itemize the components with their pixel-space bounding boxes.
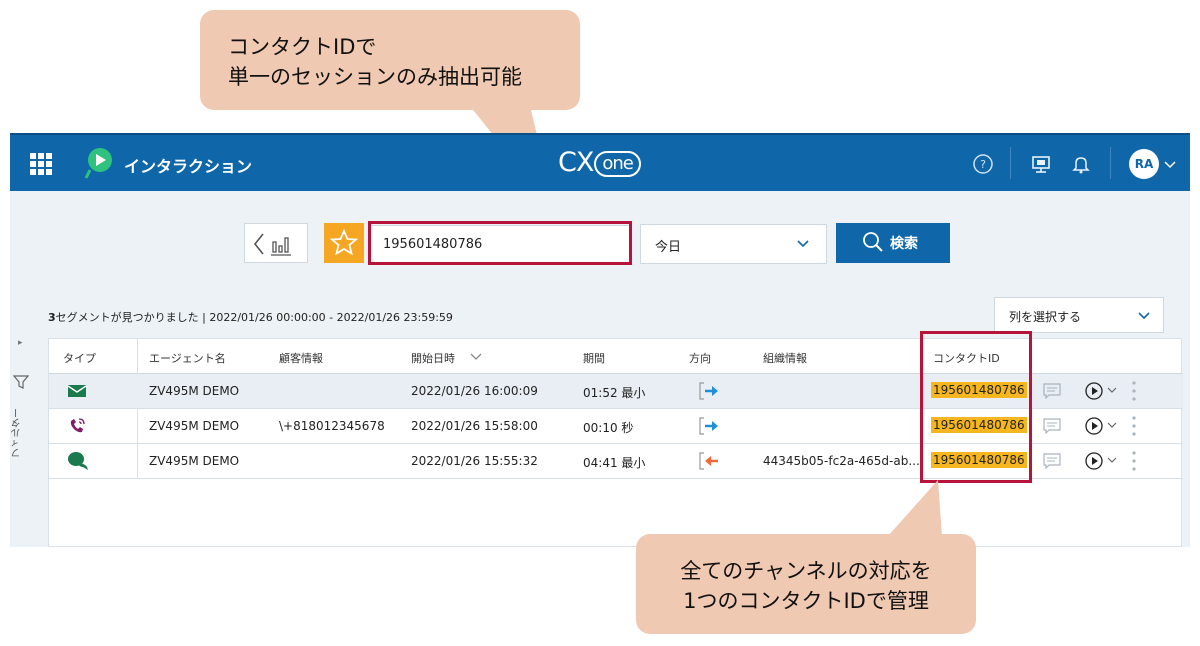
cxone-logo-cx: CX [558,147,594,178]
callout-contact-id-filter: コンタクトIDで 単一のセッションのみ抽出可能 [200,10,580,110]
callout-top-line2: 単一のセッションのみ抽出可能 [228,65,522,89]
svg-text:?: ? [980,158,986,171]
expand-arrow-icon[interactable]: ▸ [18,338,23,348]
notes-icon[interactable] [1043,418,1061,434]
callout-bottom-line1: 全てのチャンネルの対応を [680,559,932,583]
header-duration[interactable]: 期間 [583,350,605,366]
cell-customer: \+818012345678 [279,419,385,433]
cell-start: 2022/01/26 15:58:00 [411,419,538,433]
cell-start: 2022/01/26 16:00:09 [411,384,538,398]
cell-agent: ZV495M DEMO [149,384,240,398]
cell-agent: ZV495M DEMO [149,454,240,468]
cell-agent: ZV495M DEMO [149,419,240,433]
more-options-icon[interactable] [1132,415,1136,437]
header-start[interactable]: 開始日時 [411,350,483,366]
result-count: 3 [48,311,56,324]
header-direction[interactable]: 方向 [689,350,711,366]
search-button-label: 検索 [890,236,918,252]
search-button[interactable]: 検索 [836,223,950,263]
chevron-down-icon[interactable] [1107,386,1117,394]
app-title: インタラクション [124,157,253,176]
filter-rail-label: フィルター [12,408,23,458]
cell-duration: 04:41 最小 [583,456,646,470]
presentation-icon[interactable] [1030,153,1052,175]
result-summary-text: セグメントが見つかりました | 2022/01/26 00:00:00 - 20… [55,311,453,324]
chevron-down-icon [797,240,809,248]
notes-icon[interactable] [1043,383,1061,399]
chat-icon [68,452,88,470]
more-options-icon[interactable] [1132,450,1136,472]
phone-icon [70,418,85,433]
cxone-logo-one: one [594,150,641,177]
search-highlight-box [368,221,632,265]
date-range-value: 今日 [655,240,682,255]
header-customer[interactable]: 顧客情報 [279,350,323,366]
cell-duration: 00:10 秒 [583,421,634,435]
header-agent[interactable]: エージェント名 [149,350,226,366]
notes-icon[interactable] [1043,453,1061,469]
contact-id-highlight-box [920,331,1032,483]
header-start-label: 開始日時 [411,352,455,365]
play-icon[interactable] [1085,452,1103,470]
topbar-separator [1110,147,1111,179]
more-options-icon[interactable] [1132,380,1136,402]
user-avatar[interactable]: RA [1129,149,1159,179]
filter-rail: ▸ フィルター [10,338,40,547]
callout-bottom-line2: 1つのコンタクトIDで管理 [683,589,929,613]
email-icon [67,385,87,397]
app-launcher-grid-icon[interactable] [30,153,52,175]
cxone-logo: CX one [558,147,641,178]
sort-chevron-down-icon [470,353,481,360]
topbar-separator [1010,147,1011,179]
result-summary: 3セグメントが見つかりました | 2022/01/26 00:00:00 - 2… [48,309,453,325]
app-window: インタラクション CX one ? RA 195601480786 今日 検索 … [10,133,1190,547]
chevron-down-icon[interactable] [1107,421,1117,429]
play-icon[interactable] [1085,382,1103,400]
cell-start: 2022/01/26 15:55:32 [411,454,538,468]
header-type[interactable]: タイプ [63,350,96,366]
outbound-arrow-icon [699,382,718,400]
chevron-down-icon[interactable] [1107,456,1117,464]
top-navigation-bar: インタラクション CX one ? RA [10,133,1190,191]
filter-icon[interactable] [13,374,29,390]
notification-bell-icon[interactable] [1070,153,1092,175]
cell-org: 44345b05-fc2a-465d-ab... [763,454,920,468]
callout-single-contact-id: 全てのチャンネルの対応を 1つのコンタクトIDで管理 [636,534,976,634]
play-icon[interactable] [1085,417,1103,435]
date-range-select[interactable]: 今日 [640,224,827,264]
search-icon [863,232,883,252]
outbound-arrow-icon [699,417,718,435]
callout-bottom-tail [888,480,942,536]
cell-duration: 01:52 最小 [583,386,646,400]
inbound-arrow-icon [699,452,718,470]
star-icon [329,228,359,256]
header-org[interactable]: 組織情報 [763,350,807,366]
column-select-label: 列を選択する [1009,310,1082,324]
back-to-dashboard-button[interactable] [244,223,308,263]
favorite-search-button[interactable] [324,223,364,263]
chevron-down-icon [1138,312,1150,320]
interactions-app-icon [84,148,112,179]
back-chart-icon [253,233,291,256]
help-icon[interactable]: ? [972,153,994,175]
column-select-dropdown[interactable]: 列を選択する [994,297,1164,333]
chevron-down-icon[interactable] [1163,157,1177,171]
callout-top-line1: コンタクトIDで [228,35,377,59]
